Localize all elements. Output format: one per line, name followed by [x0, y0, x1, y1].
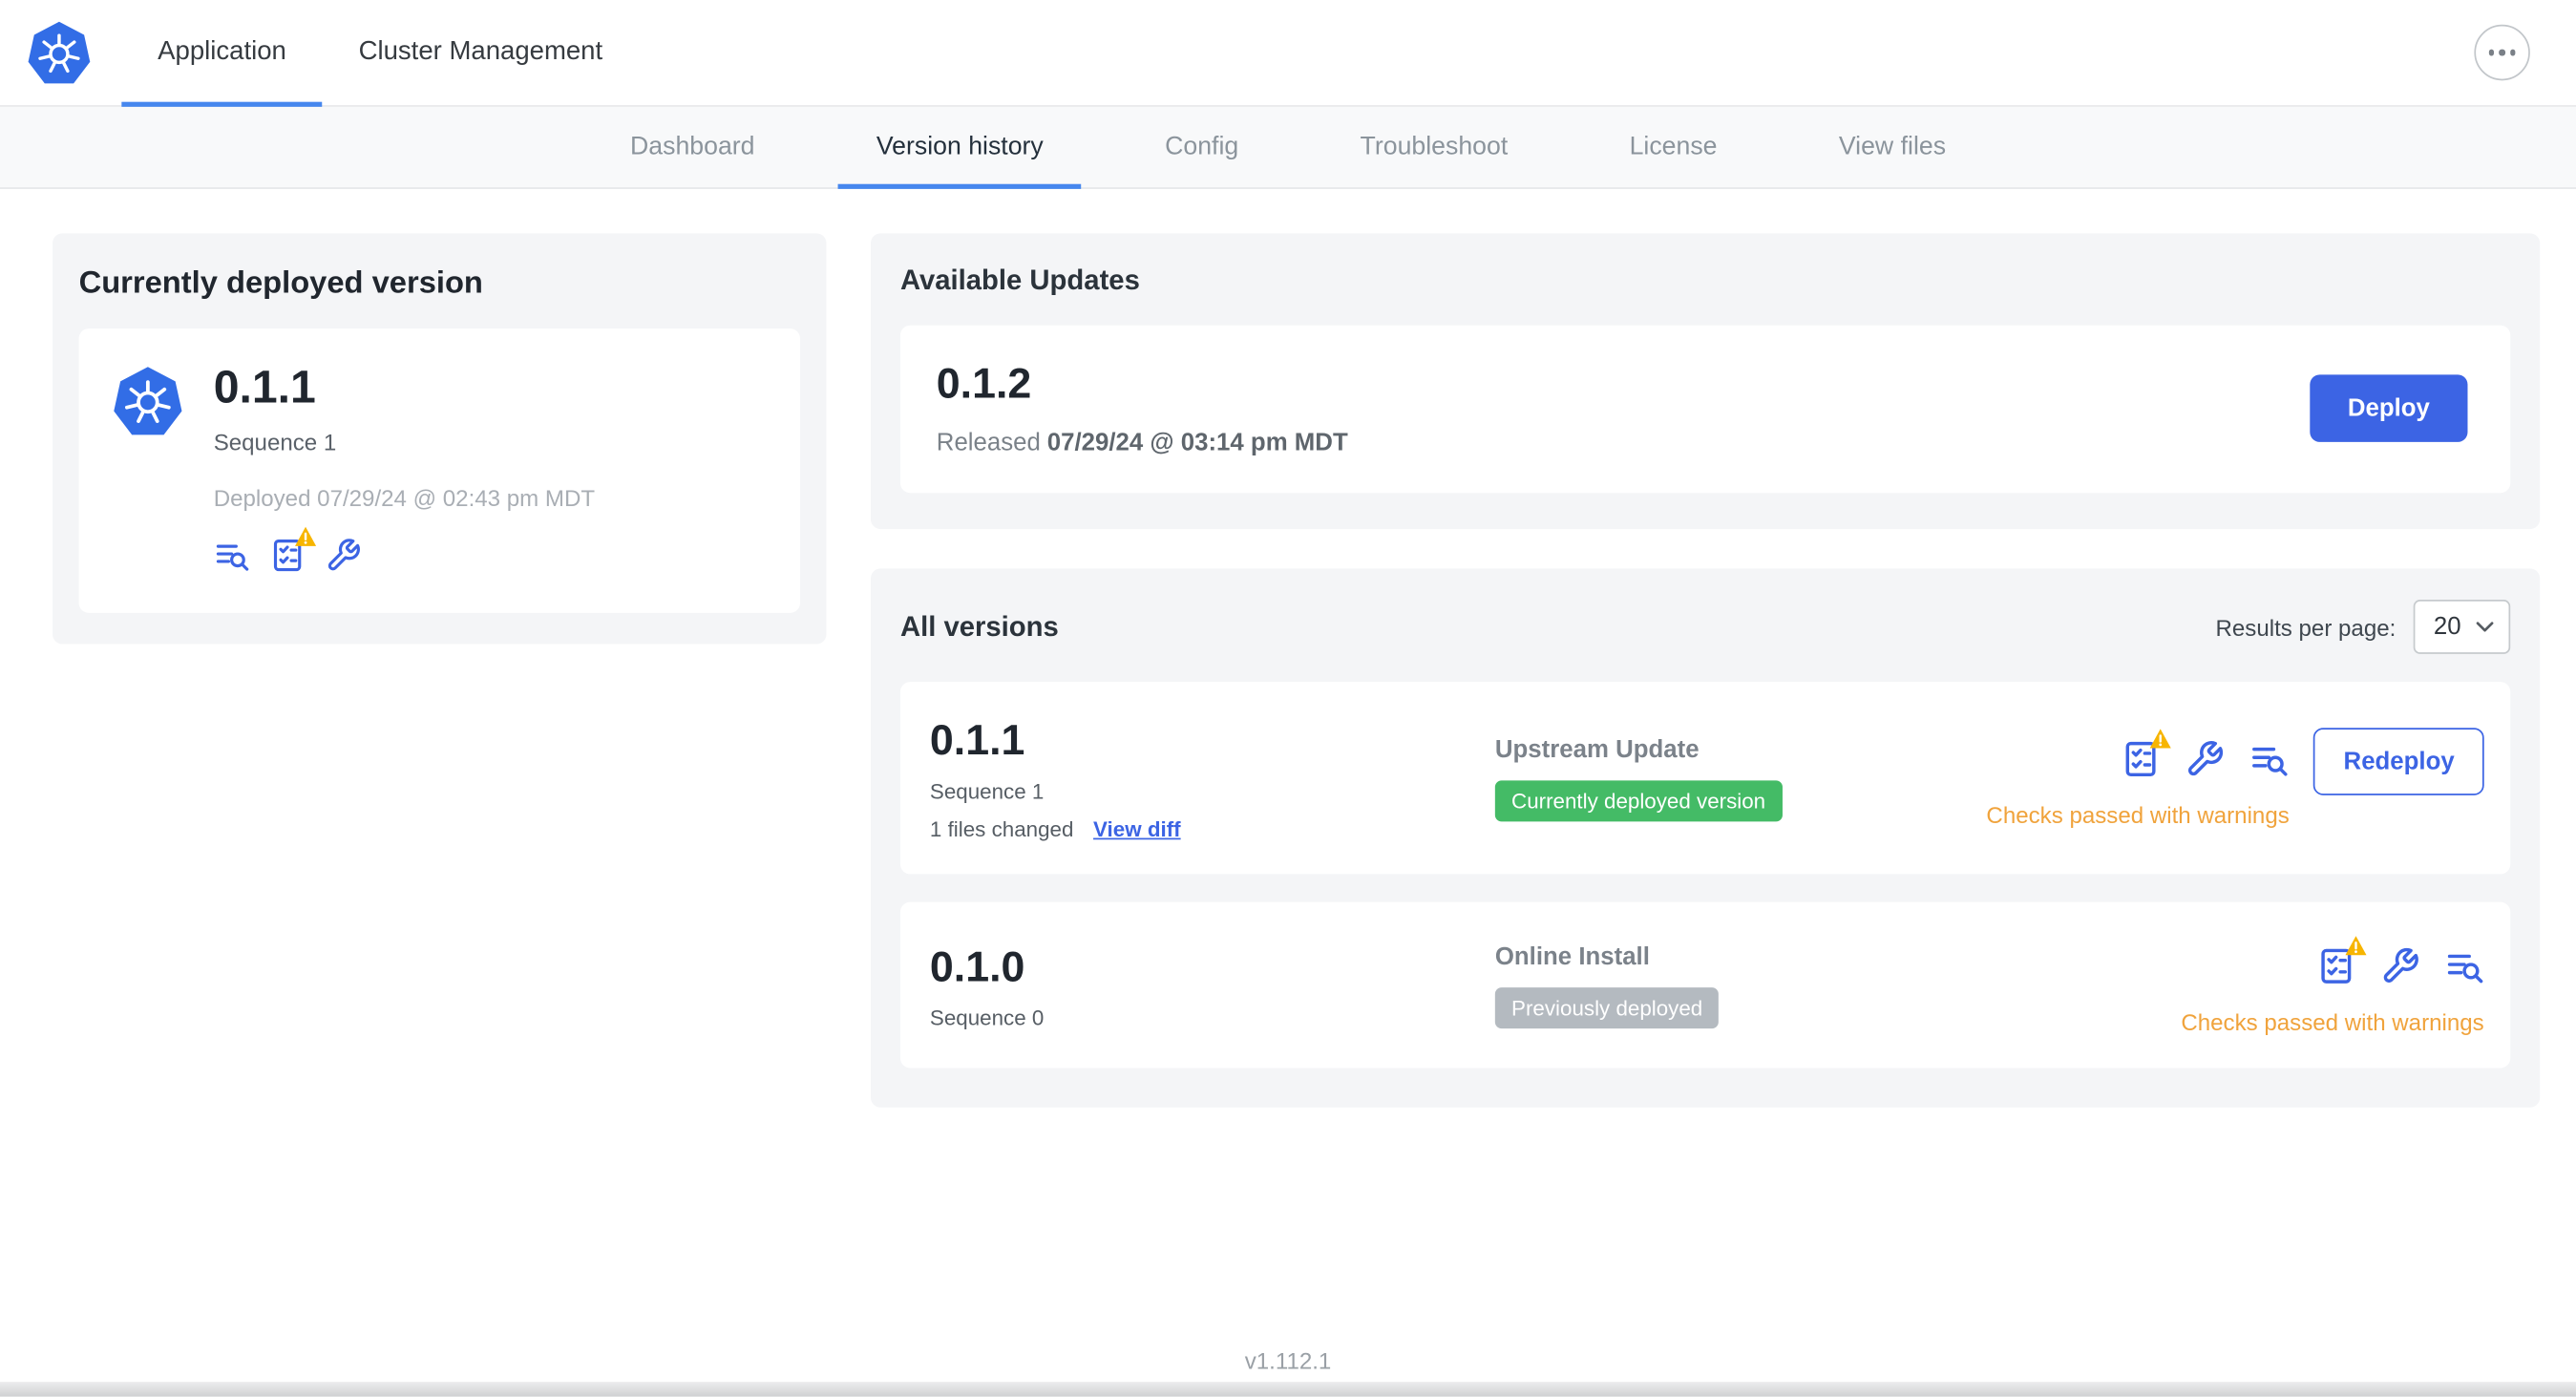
version-row: 0.1.1 Sequence 1 1 files changed View di… — [899, 682, 2511, 875]
tab-config[interactable]: Config — [1104, 107, 1299, 187]
ellipsis-icon — [2488, 50, 2495, 56]
currently-deployed-title: Currently deployed version — [78, 265, 483, 301]
top-header: Application Cluster Management — [0, 0, 2576, 107]
all-versions-panel: All versions Results per page: 20 0.1.1 … — [870, 568, 2541, 1108]
deploy-logs-icon[interactable] — [2444, 946, 2483, 985]
tab-license[interactable]: License — [1569, 107, 1778, 187]
more-options-button[interactable] — [2474, 24, 2530, 81]
current-version-sequence: Sequence 1 — [213, 429, 337, 455]
app-subnav: Dashboard Version history Config Trouble… — [0, 106, 2576, 189]
released-timestamp: Released 07/29/24 @ 03:14 pm MDT — [936, 429, 1348, 457]
version-actions — [2316, 935, 2484, 985]
nav-tab-cluster-management-label: Cluster Management — [358, 37, 603, 66]
deployed-timestamp: Deployed 07/29/24 @ 02:43 pm MDT — [213, 484, 596, 512]
bottom-edge-strip — [0, 1382, 2576, 1397]
all-versions-title: All versions — [899, 610, 1059, 642]
warning-triangle-icon — [294, 526, 317, 547]
tab-view-files[interactable]: View files — [1778, 107, 2007, 187]
deploy-logs-icon[interactable] — [214, 538, 250, 574]
app-version-footer: v1.112.1 — [1244, 1346, 1332, 1374]
version-source-label: Upstream Update — [1494, 735, 1700, 764]
nav-tab-application-label: Application — [158, 37, 286, 66]
tab-version-history[interactable]: Version history — [815, 107, 1104, 189]
versions-column: Available Updates 0.1.2 Released 07/29/24… — [870, 233, 2541, 1108]
header-tabs: Application Cluster Management — [121, 0, 639, 107]
currently-deployed-column: Currently deployed version 0.1.1 Sequenc… — [53, 233, 827, 645]
checks-status-text: Checks passed with warnings — [1986, 801, 2290, 829]
version-row: 0.1.0 Sequence 0 Online Install Previous… — [899, 901, 2511, 1069]
row-version-number: 0.1.1 — [929, 714, 1025, 765]
edit-config-icon[interactable] — [2185, 739, 2225, 778]
edit-config-icon[interactable] — [326, 538, 362, 574]
available-update-card: 0.1.2 Released 07/29/24 @ 03:14 pm MDT De… — [899, 325, 2511, 494]
row-version-number: 0.1.0 — [929, 941, 1025, 990]
chevron-down-icon — [2476, 622, 2494, 632]
app-window: Application Cluster Management Dashboard… — [0, 0, 2576, 1397]
available-updates-title: Available Updates — [899, 265, 1140, 296]
current-version-number: 0.1.1 — [213, 361, 316, 413]
checks-status-text: Checks passed with warnings — [2181, 1008, 2484, 1036]
available-updates-panel: Available Updates 0.1.2 Released 07/29/24… — [870, 233, 2541, 530]
warning-triangle-icon — [2150, 728, 2173, 749]
current-version-actions — [214, 526, 768, 574]
results-per-page: Results per page: 20 — [2215, 600, 2511, 654]
update-version-number: 0.1.2 — [936, 358, 1032, 408]
row-sequence: Sequence 1 — [929, 778, 1045, 804]
deploy-button[interactable]: Deploy — [2310, 373, 2468, 442]
deploy-logs-icon[interactable] — [2249, 739, 2289, 778]
view-diff-link[interactable]: View diff — [1093, 816, 1181, 841]
tab-dashboard[interactable]: Dashboard — [569, 107, 815, 187]
main-content: Currently deployed version 0.1.1 Sequenc… — [0, 189, 2576, 1108]
kubernetes-logo-icon — [27, 20, 93, 86]
edit-config-icon[interactable] — [2380, 946, 2419, 985]
preflight-checks-icon[interactable] — [269, 526, 317, 574]
results-per-page-label: Results per page: — [2215, 613, 2397, 641]
version-source-label: Online Install — [1494, 942, 1650, 971]
tab-troubleshoot[interactable]: Troubleshoot — [1299, 107, 1569, 187]
results-per-page-select[interactable]: 20 — [2414, 600, 2511, 654]
preflight-checks-icon[interactable] — [2316, 936, 2367, 985]
status-badge: Currently deployed version — [1494, 779, 1783, 821]
row-sequence: Sequence 0 — [929, 1005, 1045, 1030]
version-actions — [2122, 728, 2290, 778]
warning-triangle-icon — [2344, 935, 2367, 956]
currently-deployed-panel: Currently deployed version 0.1.1 Sequenc… — [53, 233, 827, 645]
kubernetes-app-icon — [112, 365, 184, 437]
preflight-checks-icon[interactable] — [2122, 729, 2172, 778]
status-badge: Previously deployed — [1494, 986, 1720, 1028]
current-version-card: 0.1.1 Sequence 1 Deployed 07/29/24 @ 02:… — [78, 328, 800, 613]
nav-tab-cluster-management[interactable]: Cluster Management — [323, 0, 639, 105]
redeploy-button[interactable]: Redeploy — [2313, 728, 2484, 795]
files-changed-label: 1 files changed — [929, 816, 1074, 841]
nav-tab-application[interactable]: Application — [121, 0, 324, 107]
